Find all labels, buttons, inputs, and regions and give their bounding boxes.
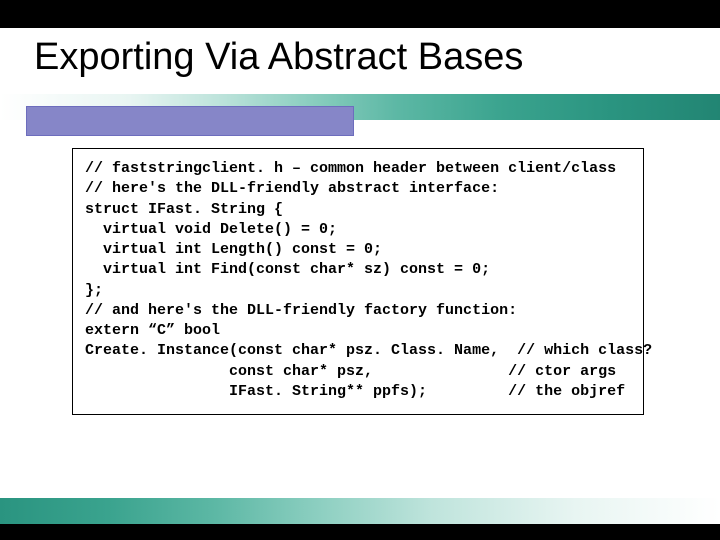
code-line: }; bbox=[85, 281, 631, 301]
code-line: Create. Instance(const char* psz. Class.… bbox=[85, 341, 631, 361]
top-bar bbox=[0, 0, 720, 28]
bottom-gradient-bar bbox=[0, 498, 720, 524]
code-line: struct IFast. String { bbox=[85, 200, 631, 220]
purple-accent-box bbox=[26, 106, 354, 136]
code-line: IFast. String** ppfs); // the objref bbox=[85, 382, 631, 402]
code-line: // faststringclient. h – common header b… bbox=[85, 159, 631, 179]
code-box: // faststringclient. h – common header b… bbox=[72, 148, 644, 415]
code-line: // here's the DLL-friendly abstract inte… bbox=[85, 179, 631, 199]
code-line: virtual void Delete() = 0; bbox=[85, 220, 631, 240]
bottom-bar bbox=[0, 524, 720, 540]
code-line: extern “C” bool bbox=[85, 321, 631, 341]
code-line: virtual int Length() const = 0; bbox=[85, 240, 631, 260]
code-line: const char* psz, // ctor args bbox=[85, 362, 631, 382]
slide: Exporting Via Abstract Bases // faststri… bbox=[0, 0, 720, 540]
code-line: // and here's the DLL-friendly factory f… bbox=[85, 301, 631, 321]
slide-title: Exporting Via Abstract Bases bbox=[34, 36, 523, 79]
code-line: virtual int Find(const char* sz) const =… bbox=[85, 260, 631, 280]
